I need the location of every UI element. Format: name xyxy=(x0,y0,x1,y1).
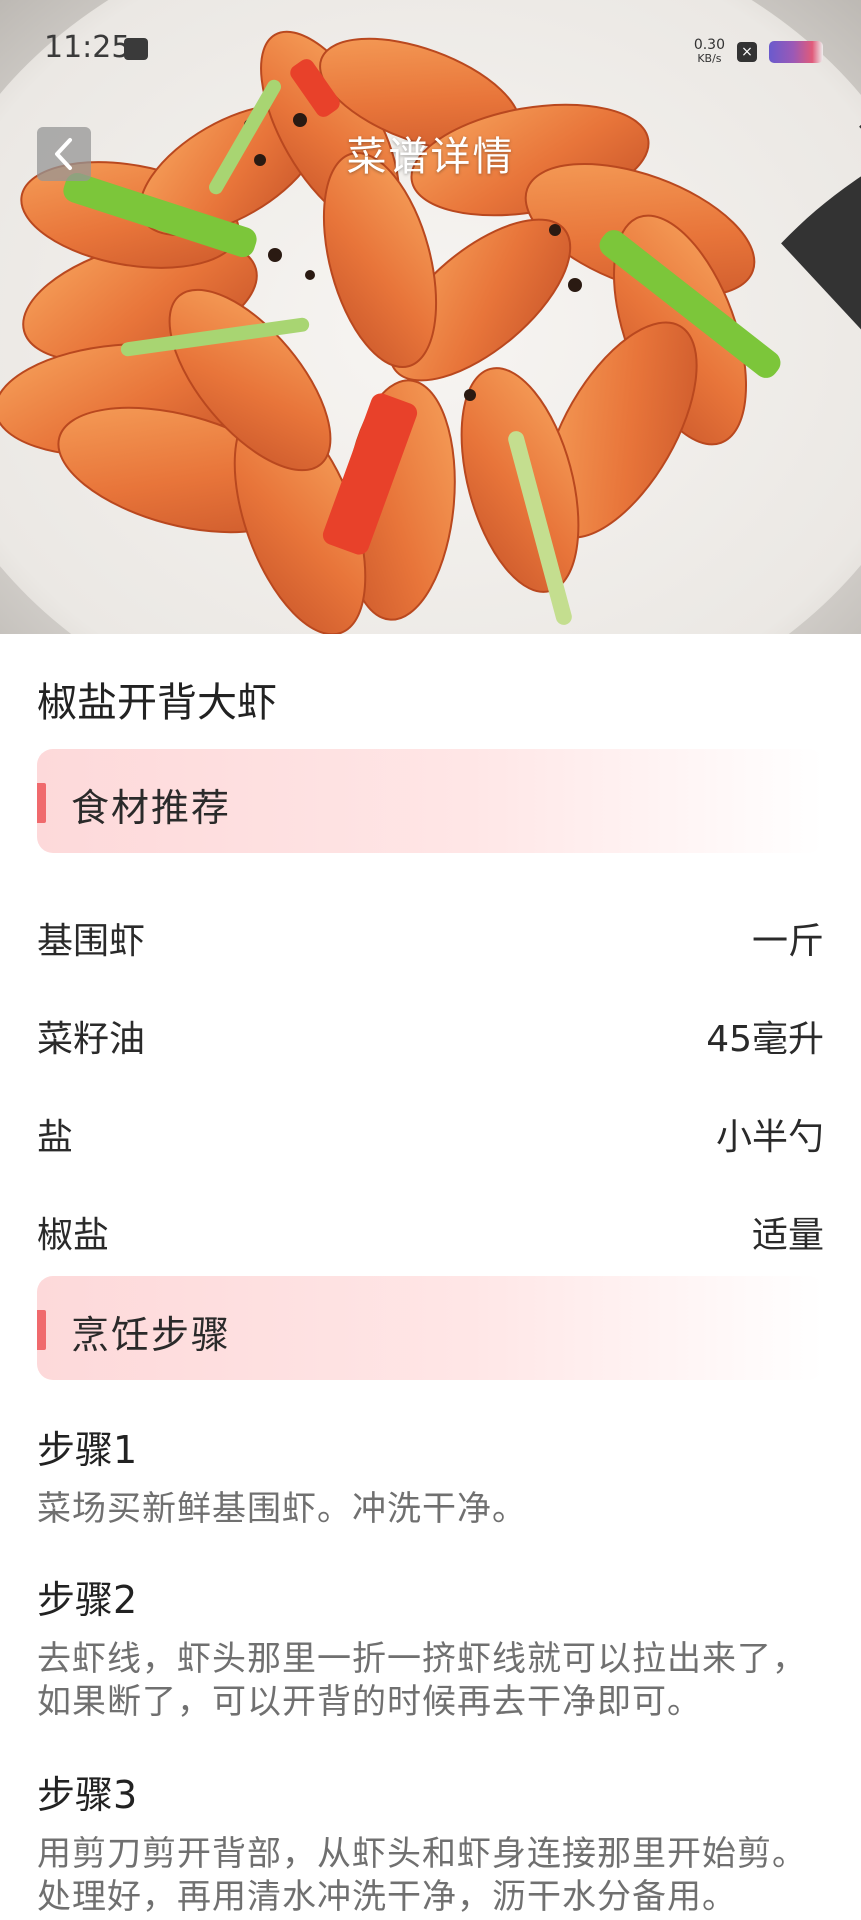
ingredient-quantity: 一斤 xyxy=(751,921,824,962)
step-text: 去虾线，虾头那里一折一挤虾线就可以拉出来了，如果断了，可以开背的时候再去干净即可… xyxy=(37,1639,807,1722)
ingredient-name: 椒盐 xyxy=(37,1215,110,1256)
ingredient-name: 菜籽油 xyxy=(37,1019,146,1060)
ingredient-row: 盐 小半勺 xyxy=(37,1100,824,1160)
step-title: 步骤3 xyxy=(37,1764,137,1819)
status-indicators: 0.30 KB/s × xyxy=(694,32,861,330)
step-title-text: 步骤2 xyxy=(37,1578,138,1622)
step-text: 用剪刀剪开背部，从虾头和虾身连接那里开始剪。处理好，再用清水冲洗干净，沥干水分备… xyxy=(37,1834,807,1917)
steps-section-title: 烹饪步骤 xyxy=(71,1313,232,1357)
step-item: 步骤2 去虾线，虾头那里一折一挤虾线就可以拉出来了，如果断了，可以开背的时候再去… xyxy=(37,1569,837,1724)
status-time: 11:25 xyxy=(44,30,131,65)
ingredient-name: 基围虾 xyxy=(37,921,146,962)
wifi-icon xyxy=(780,176,861,330)
step-title: 步骤1 xyxy=(37,1419,137,1474)
ingredients-section-header: 食材推荐 xyxy=(37,749,824,853)
ingredient-name: 盐 xyxy=(37,1117,74,1158)
step-item: 步骤3 用剪刀剪开背部，从虾头和虾身连接那里开始剪。处理好，再用清水冲洗干净，沥… xyxy=(37,1764,837,1919)
recipe-hero-image: 11:25 0.30 KB/s × 菜谱详情 xyxy=(0,0,861,634)
recipe-name: 椒盐开背大虾 xyxy=(37,680,277,726)
step-title-text: 步骤1 xyxy=(37,1428,138,1472)
ingredient-quantity: 适量 xyxy=(751,1215,824,1256)
ingredient-quantity: 小半勺 xyxy=(715,1117,824,1158)
status-bar: 11:25 0.30 KB/s × xyxy=(0,0,861,330)
step-title: 步骤2 xyxy=(37,1569,137,1624)
ingredients-section-title: 食材推荐 xyxy=(71,786,232,830)
ingredient-row: 菜籽油 45毫升 xyxy=(37,1002,824,1062)
section-accent-bar xyxy=(37,1310,46,1350)
ingredient-quantity: 45毫升 xyxy=(706,1019,824,1060)
step-title-text: 步骤3 xyxy=(37,1773,138,1817)
ingredient-row: 基围虾 一斤 xyxy=(37,904,824,964)
page-title: 菜谱详情 xyxy=(346,134,515,180)
message-icon xyxy=(124,38,148,60)
step-item: 步骤1 菜场买新鲜基围虾。冲洗干净。 xyxy=(37,1419,837,1531)
step-text: 菜场买新鲜基围虾。冲洗干净。 xyxy=(37,1489,527,1529)
section-accent-bar xyxy=(37,783,46,823)
ingredient-row: 椒盐 适量 xyxy=(37,1198,824,1258)
steps-section-header: 烹饪步骤 xyxy=(37,1276,824,1380)
